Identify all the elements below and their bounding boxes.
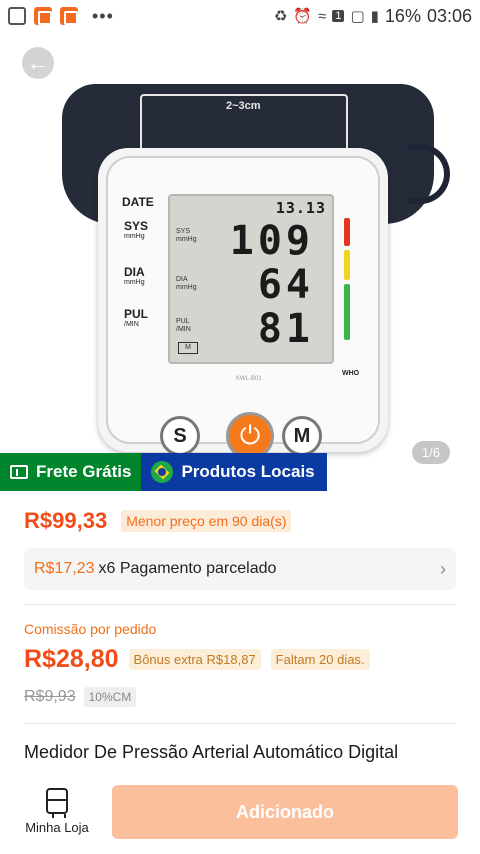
who-bar-yellow xyxy=(344,250,350,280)
old-price: R$9,93 xyxy=(24,688,76,705)
memory-icon: M xyxy=(178,342,198,354)
divider xyxy=(24,723,456,724)
added-button[interactable]: Adicionado xyxy=(112,785,458,839)
chevron-right-icon: › xyxy=(440,558,446,579)
commission-row: R$28,80 Bônus extra R$18,87 Faltam 20 di… xyxy=(24,645,370,674)
my-store-label: Minha Loja xyxy=(25,820,89,835)
bottom-bar: Minha Loja Adicionado xyxy=(0,776,480,854)
divider xyxy=(24,604,456,605)
commission-rate-tag: 10%CM xyxy=(83,687,137,707)
model-label: KWL-B01 xyxy=(236,376,262,382)
badges: Frete Grátis Produtos Locais xyxy=(0,453,327,491)
product-title: Medidor De Pressão Arterial Automático D… xyxy=(24,742,399,762)
gallery-icon xyxy=(8,7,26,25)
pul-label: PUL/MIN xyxy=(124,307,148,328)
lcd-sys-label: SYS mmHg xyxy=(176,228,197,243)
local-products-label: Produtos Locais xyxy=(181,462,315,481)
lcd-pul-value: 81 xyxy=(257,306,314,352)
who-label: WHO xyxy=(342,370,360,377)
days-left-tag: Faltam 20 dias. xyxy=(270,649,370,670)
sys-label: SYS mmHg xyxy=(124,219,149,240)
shipping-icon xyxy=(10,465,28,479)
lowest-price-tag: Menor preço em 90 dia(s) xyxy=(121,510,292,532)
wifi-icon: ≈ xyxy=(318,7,327,25)
price: R$99,33 xyxy=(24,508,108,533)
installment-amount: R$17,23 xyxy=(34,560,95,577)
bonus-tag: Bônus extra R$18,87 xyxy=(128,649,261,670)
price-row: R$99,33 Menor preço em 90 dia(s) xyxy=(24,508,292,534)
my-store-button[interactable]: Minha Loja xyxy=(22,788,92,835)
status-bar: ••• ♻ ⏰ ≈ 1 ▢ ▮ 16% 03:06 xyxy=(0,0,480,32)
power-icon: ⏻ xyxy=(239,420,261,450)
signal-icon: ▢ xyxy=(350,8,365,25)
app-icon xyxy=(60,7,78,25)
monitor-face: DATE SYS mmHg DIA mmHg PUL/MIN 13.13 SYS mm… xyxy=(106,156,380,460)
notification-icons: ••• xyxy=(8,6,114,27)
free-shipping-label: Frete Grátis xyxy=(36,462,132,481)
system-icons: ♻ ⏰ ≈ 1 ▢ ▮ 16% 03:06 xyxy=(274,6,472,27)
who-bar-red xyxy=(344,218,350,246)
s-button: S xyxy=(160,416,200,456)
commission-label: Comissão por pedido xyxy=(24,621,157,637)
clock: 03:06 xyxy=(426,5,472,26)
brazil-flag-icon xyxy=(151,461,174,483)
lcd-dia-label: DIA mmHg xyxy=(176,276,197,291)
alarm-icon: ⏰ xyxy=(293,8,313,25)
who-bar-green xyxy=(344,284,350,340)
back-button[interactable]: ← xyxy=(22,47,54,79)
blood-pressure-monitor: DATE SYS mmHg DIA mmHg PUL/MIN 13.13 SYS mm… xyxy=(98,148,388,460)
old-price-row: R$9,93 10%CM xyxy=(24,687,137,707)
recycle-icon: ♻ xyxy=(273,8,288,25)
m-button: M xyxy=(282,416,322,456)
cuff-label-text: 2~3cm xyxy=(226,100,261,112)
installment-row[interactable]: R$17,23 x6 Pagamento parcelado › xyxy=(24,548,456,590)
commission-value: R$28,80 xyxy=(24,645,119,673)
image-counter: 1/6 xyxy=(411,441,450,464)
lcd-pul-label: PUL/MIN xyxy=(176,318,191,333)
installment-text: x6 Pagamento parcelado xyxy=(98,560,277,577)
lcd-screen: 13.13 SYS mmHg DIA mmHg PUL/MIN 109 64 81 … xyxy=(168,194,334,364)
free-shipping-badge: Frete Grátis xyxy=(0,453,142,491)
more-icon: ••• xyxy=(92,5,114,26)
store-icon xyxy=(46,788,68,818)
signal-icon: ▮ xyxy=(370,8,379,25)
lcd-sys-value: 109 xyxy=(229,218,314,264)
sim-icon: 1 xyxy=(332,10,345,22)
date-label: DATE xyxy=(122,195,154,209)
lcd-date: 13.13 xyxy=(275,199,326,217)
battery-percent: 16% xyxy=(384,5,421,26)
tube xyxy=(408,144,450,204)
app-icon xyxy=(34,7,52,25)
local-products-badge: Produtos Locais xyxy=(141,453,327,491)
product-image[interactable]: ← 2~3cm DATE SYS mmHg DIA mmHg PUL/MIN 13.… xyxy=(0,32,480,492)
arrow-left-icon: ← xyxy=(27,50,49,75)
lcd-dia-value: 64 xyxy=(257,262,314,308)
dia-label: DIA mmHg xyxy=(124,265,145,286)
